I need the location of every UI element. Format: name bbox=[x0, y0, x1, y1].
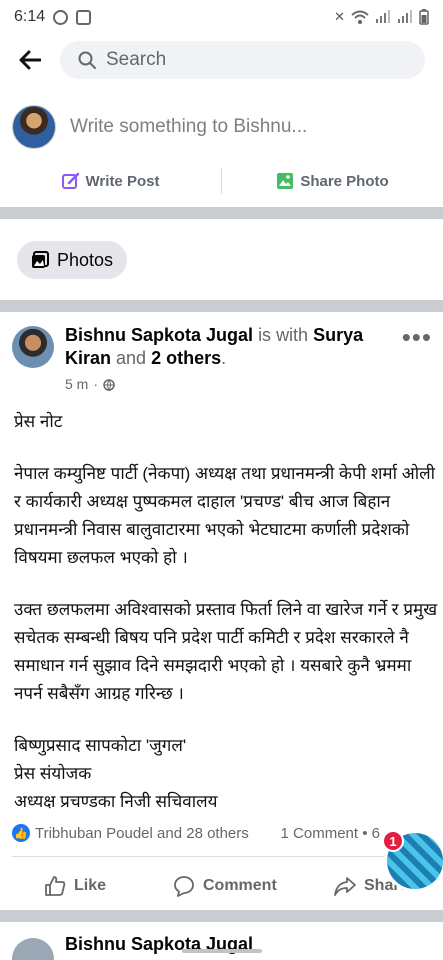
whatsapp-icon bbox=[53, 9, 69, 25]
comment-button[interactable]: Comment bbox=[173, 875, 277, 897]
signal-icon bbox=[376, 10, 390, 23]
tagged-others[interactable]: 2 others bbox=[151, 348, 221, 368]
photo-icon bbox=[277, 173, 294, 189]
search-icon bbox=[78, 51, 96, 69]
author-avatar[interactable] bbox=[12, 326, 54, 368]
status-bar: 6:14 ✕ bbox=[0, 0, 443, 34]
post-paragraph: नेपाल कम्युनिष्ट पार्टी (नेकपा) अध्यक्ष … bbox=[14, 464, 436, 567]
signature-line: बिष्णुप्रसाद सापकोटा 'जुगल' bbox=[14, 736, 187, 755]
signature-line: अध्यक्ष प्रचण्डका निजी सचिवालय bbox=[14, 792, 218, 811]
search-placeholder: Search bbox=[106, 49, 167, 70]
composer-actions: Write Post Share Photo bbox=[0, 158, 443, 204]
timestamp[interactable]: 5 m bbox=[65, 373, 88, 396]
thumbs-up-icon bbox=[45, 876, 66, 896]
dot-separator: · bbox=[93, 376, 99, 392]
like-reaction-icon: 👍 bbox=[12, 824, 30, 842]
screen-icon bbox=[76, 9, 92, 25]
post-paragraph: उक्त छलफलमा अविश्वासको प्रस्ताव फिर्ता ल… bbox=[14, 600, 438, 703]
author-avatar[interactable] bbox=[12, 938, 54, 960]
share-icon bbox=[334, 877, 356, 896]
share-photo-button[interactable]: Share Photo bbox=[222, 172, 443, 190]
comment-label: Comment bbox=[203, 877, 277, 894]
section-divider bbox=[0, 300, 443, 312]
reactions-bar: 👍 Tribhuban Poudel and 28 others 1 Comme… bbox=[12, 824, 440, 842]
next-post: Bishnu Sapkota Jugal bbox=[0, 922, 443, 960]
post-time: 5 m · bbox=[65, 373, 395, 396]
avatar bbox=[12, 105, 56, 149]
signature-line: प्रेस संयोजक bbox=[14, 764, 92, 783]
like-button[interactable]: Like bbox=[44, 875, 106, 897]
notification-badge: 1 bbox=[382, 830, 404, 852]
photos-label: Photos bbox=[57, 249, 114, 270]
wifi-icon bbox=[351, 10, 369, 24]
write-post-label: Write Post bbox=[85, 172, 160, 190]
like-label: Like bbox=[74, 877, 107, 894]
section-divider bbox=[0, 910, 443, 922]
globe-icon bbox=[103, 378, 115, 391]
post-meta: Bishnu Sapkota Jugal is with Surya Kiran… bbox=[65, 324, 395, 396]
is-with-text: is with bbox=[258, 325, 309, 345]
battery-icon bbox=[419, 9, 429, 25]
signal-icon bbox=[398, 10, 412, 23]
photos-icon bbox=[32, 251, 49, 268]
author-name[interactable]: Bishnu Sapkota Jugal bbox=[65, 325, 253, 345]
gesture-nav-bar[interactable] bbox=[182, 949, 262, 953]
comment-count[interactable]: 1 Comment • 6 bbox=[281, 825, 380, 842]
post-paragraph: प्रेस नोट bbox=[14, 412, 63, 431]
post-body: प्रेस नोट नेपाल कम्युनिष्ट पार्टी (नेकपा… bbox=[14, 408, 439, 816]
reactions-summary[interactable]: Tribhuban Poudel and 28 others bbox=[35, 825, 249, 842]
top-bar: Search bbox=[0, 34, 443, 86]
divider bbox=[12, 856, 440, 857]
edit-icon bbox=[61, 172, 79, 189]
search-input[interactable]: Search bbox=[60, 41, 425, 79]
composer-placeholder: Write something to Bishnu... bbox=[70, 116, 308, 137]
photos-button[interactable]: Photos bbox=[17, 241, 128, 279]
post-composer[interactable]: Write something to Bishnu... bbox=[0, 100, 443, 154]
status-time: 6:14 bbox=[14, 8, 46, 25]
comment-icon bbox=[174, 876, 194, 897]
post-actions: Like Comment Share bbox=[0, 864, 443, 908]
arrow-left-icon[interactable] bbox=[0, 50, 60, 70]
and-text: and bbox=[116, 348, 147, 368]
section-divider bbox=[0, 207, 443, 219]
write-post-button[interactable]: Write Post bbox=[0, 172, 221, 190]
more-options-icon[interactable]: ••• bbox=[402, 322, 432, 353]
period: . bbox=[221, 348, 227, 368]
mute-icon: ✕ bbox=[334, 9, 345, 24]
share-photo-label: Share Photo bbox=[300, 172, 389, 190]
